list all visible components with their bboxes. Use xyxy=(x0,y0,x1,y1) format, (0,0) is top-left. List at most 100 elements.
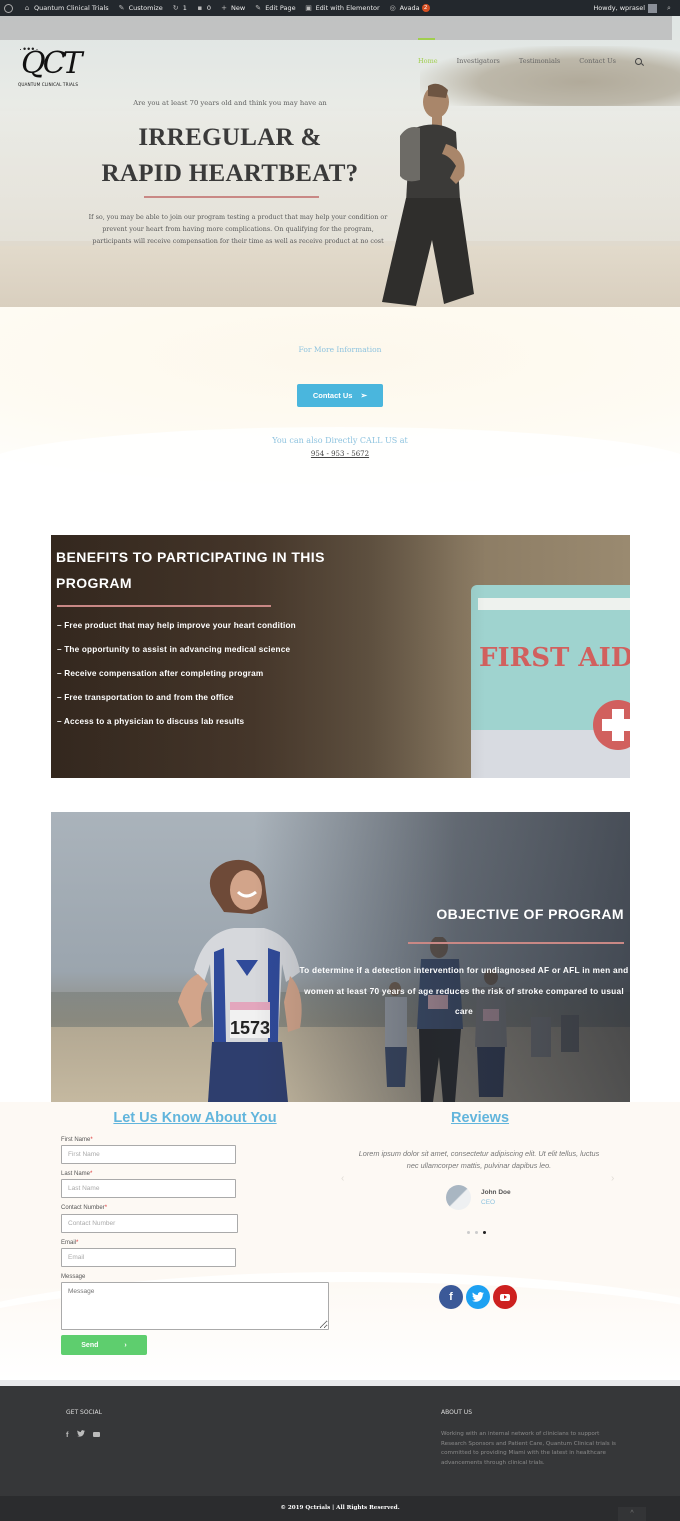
carousel-pagination xyxy=(467,1231,486,1234)
footer-youtube-icon[interactable] xyxy=(92,1432,100,1437)
objective-body-text: To determine if a detection intervention… xyxy=(299,965,629,1016)
footer-twitter-bird-icon xyxy=(76,1430,85,1437)
info-section xyxy=(0,307,680,507)
send-button-label: Send xyxy=(81,1341,99,1349)
admin-howdy[interactable]: Howdy, wprasel xyxy=(593,4,645,12)
send-button[interactable]: Send › xyxy=(61,1335,147,1355)
benefit-item: – Access to a physician to discuss lab r… xyxy=(57,717,245,726)
nav-item-contact-us[interactable]: Contact Us xyxy=(579,57,616,65)
hero-divider xyxy=(144,196,319,198)
comment-icon: ▪ xyxy=(197,4,203,12)
wordpress-logo-icon[interactable] xyxy=(4,3,13,13)
benefit-item: – Free transportation to and from the of… xyxy=(57,693,234,702)
admin-site-name[interactable]: ⌂ Quantum Clinical Trials xyxy=(23,4,109,12)
footer-about-text: Working with an internal network of clin… xyxy=(441,1431,616,1466)
reviewer-avatar xyxy=(446,1185,471,1210)
carousel-prev-icon[interactable]: ‹ xyxy=(341,1173,344,1184)
carousel-dot-3-active[interactable] xyxy=(483,1231,486,1234)
hero-pre-title: Are you at least 70 years old and think … xyxy=(133,99,327,107)
hero-title-line-2: RAPID HEARTBEAT? xyxy=(101,160,359,187)
logo-monogram: QCT xyxy=(21,46,83,81)
top-contact-bar xyxy=(0,16,672,40)
brush-icon: ✎ xyxy=(118,4,125,12)
hero-background-sand xyxy=(0,246,680,307)
carousel-next-icon[interactable]: › xyxy=(611,1173,614,1184)
nav-item-testimonials[interactable]: Testimonials xyxy=(519,57,560,65)
twitter-icon[interactable] xyxy=(466,1285,490,1309)
footer-social-heading: GET SOCIAL xyxy=(66,1409,102,1416)
admin-edit-elementor[interactable]: ▣ Edit with Elementor xyxy=(305,4,379,12)
carousel-dot-1[interactable] xyxy=(467,1231,470,1234)
objective-overlay xyxy=(51,812,630,1102)
footer-social-icons: f xyxy=(66,1430,100,1439)
home-icon: ⌂ xyxy=(24,4,30,12)
objective-section: 1573 OBJECTIVE OF PROGRAM To determine i… xyxy=(51,812,630,1102)
chevron-right-icon: › xyxy=(124,1341,127,1349)
admin-comments[interactable]: ▪ 0 xyxy=(196,4,211,12)
call-us-label: You can also Directly CALL US at xyxy=(272,436,408,445)
email-input[interactable] xyxy=(61,1248,236,1267)
reviews-title: Reviews xyxy=(450,1110,510,1126)
email-label: Email* xyxy=(61,1240,79,1246)
main-nav: Home Investigators Testimonials Contact … xyxy=(418,57,642,65)
contact-number-input[interactable] xyxy=(61,1214,238,1233)
nav-item-investigators[interactable]: Investigators xyxy=(457,57,500,65)
benefit-item: – The opportunity to assist in advancing… xyxy=(57,645,291,654)
pencil-icon: ✎ xyxy=(255,4,262,12)
youtube-icon[interactable] xyxy=(493,1285,517,1309)
phone-number: 954 - 953 - 5672 xyxy=(0,450,680,458)
benefit-item: – Free product that may help improve you… xyxy=(57,621,296,630)
admin-avada[interactable]: ◎ Avada 2 xyxy=(389,4,430,12)
first-name-input[interactable] xyxy=(61,1145,236,1164)
phone-link[interactable]: 954 - 953 - 5672 xyxy=(311,450,369,458)
reviewer-name: John Doe xyxy=(481,1189,511,1196)
search-icon[interactable] xyxy=(634,58,642,65)
benefits-title: BENEFITS TO PARTICIPATING IN THIS PROGRA… xyxy=(56,549,325,591)
last-name-label: Last Name* xyxy=(61,1171,93,1177)
objective-title: OBJECTIVE OF PROGRAM xyxy=(436,906,624,922)
hero-title: IRREGULAR & RAPID HEARTBEAT? xyxy=(90,120,370,192)
nav-active-indicator xyxy=(418,38,435,40)
avada-badge: 2 xyxy=(421,4,430,12)
admin-new[interactable]: + New xyxy=(220,4,245,12)
avada-icon: ◎ xyxy=(389,4,396,12)
benefits-section: FIRST AID BENEFITS TO PARTICIPATING IN T… xyxy=(51,535,630,778)
more-info-label: For More Information xyxy=(298,345,382,354)
admin-search-icon[interactable]: ⌕ xyxy=(665,4,673,12)
contact-us-button[interactable]: Contact Us ➢ xyxy=(297,384,383,407)
admin-updates[interactable]: ↻ 1 xyxy=(172,4,187,12)
footer-about-heading: ABOUT US xyxy=(441,1409,473,1416)
contact-number-label: Contact Number* xyxy=(61,1205,108,1211)
message-textarea[interactable] xyxy=(61,1282,329,1330)
social-buttons: f xyxy=(439,1285,517,1309)
facebook-icon[interactable]: f xyxy=(439,1285,463,1309)
user-avatar[interactable] xyxy=(648,3,657,13)
plus-icon: + xyxy=(221,4,227,12)
reviewer-role: CEO xyxy=(481,1199,496,1206)
contact-us-button-label: Contact Us xyxy=(312,391,353,400)
twitter-bird-icon xyxy=(472,1292,484,1302)
refresh-icon: ↻ xyxy=(172,4,179,12)
hero-body-text: If so, you may be able to join our progr… xyxy=(88,213,388,245)
first-name-label: First Name* xyxy=(61,1137,93,1143)
footer-facebook-icon[interactable]: f xyxy=(66,1430,69,1439)
hero-runner-image xyxy=(382,83,474,306)
youtube-play-icon xyxy=(500,1293,510,1301)
benefit-item: – Receive compensation after completing … xyxy=(57,669,264,678)
review-quote: Lorem ipsum dolor sit amet, consectetur … xyxy=(358,1149,600,1170)
nav-item-home[interactable]: Home xyxy=(418,57,438,65)
wp-admin-bar: ⌂ Quantum Clinical Trials ✎ Customize ↻ 1 ▪… xyxy=(0,0,680,16)
benefits-divider xyxy=(57,605,271,607)
objective-divider xyxy=(408,942,624,944)
message-label: Message xyxy=(61,1274,86,1280)
admin-edit-page[interactable]: ✎ Edit Page xyxy=(254,4,295,12)
benefits-list: – Free product that may help improve you… xyxy=(57,621,296,741)
site-logo[interactable]: ·•••· QCT QUANTUM CLINICAL TRIALS xyxy=(16,44,91,90)
footer-twitter-icon[interactable] xyxy=(76,1430,85,1439)
elementor-icon: ▣ xyxy=(305,4,312,12)
carousel-dot-2[interactable] xyxy=(475,1231,478,1234)
admin-customize[interactable]: ✎ Customize xyxy=(118,4,163,12)
back-to-top-icon[interactable]: ^ xyxy=(618,1507,646,1521)
last-name-input[interactable] xyxy=(61,1179,236,1198)
hero-title-line-1: IRREGULAR & xyxy=(138,124,322,151)
